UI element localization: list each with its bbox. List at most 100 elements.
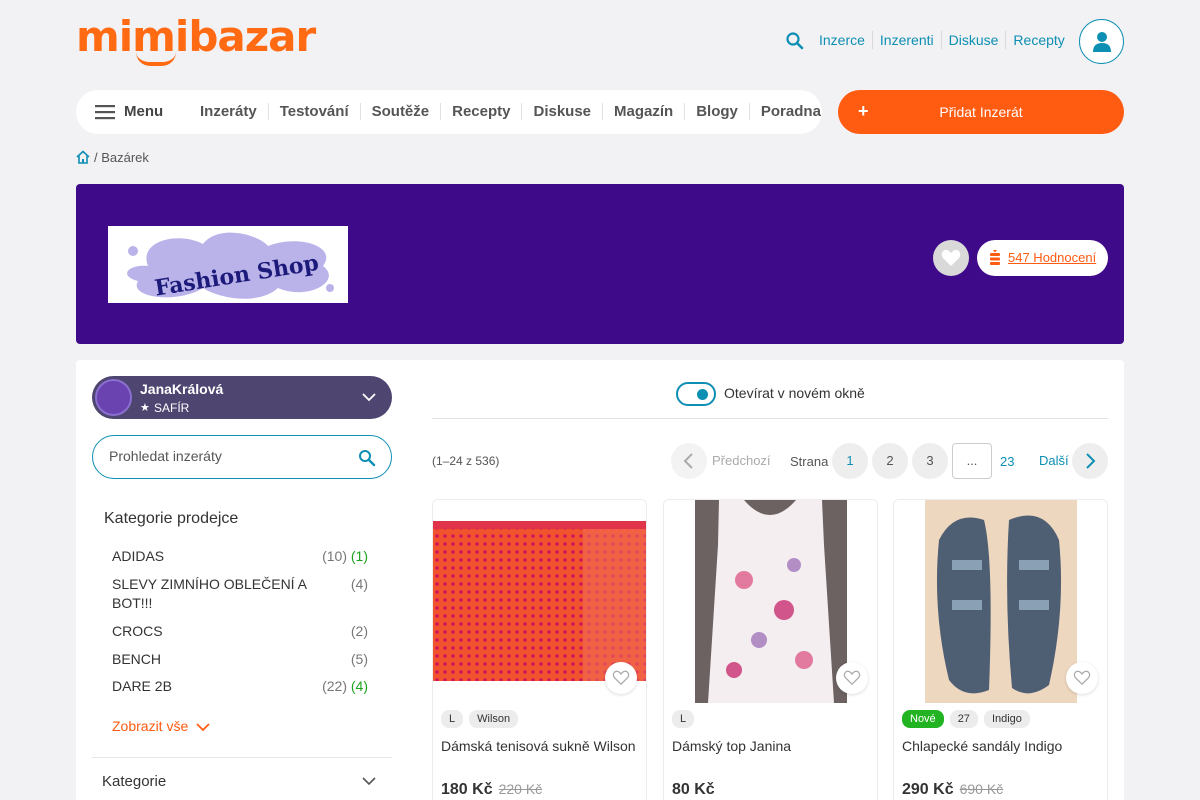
product-price: 290 Kč 690 Kč bbox=[902, 781, 1004, 798]
category-name: SLEVY ZIMNÍHO OBLEČENÍ A BOT!!! bbox=[112, 576, 307, 611]
listing-search bbox=[92, 435, 392, 479]
chevron-right-icon bbox=[1086, 453, 1096, 469]
chevron-down-icon bbox=[362, 393, 376, 402]
seller-categories-title: Kategorie prodejce bbox=[104, 510, 239, 527]
category-count: (10) (1) bbox=[322, 548, 368, 564]
brand-tag: Indigo bbox=[983, 710, 1030, 728]
category-item[interactable]: CROCS (2) bbox=[112, 622, 368, 641]
category-item[interactable]: BENCH (5) bbox=[112, 650, 368, 669]
product-card[interactable]: L Wilson Dámská tenisová sukně Wilson 18… bbox=[432, 499, 647, 800]
next-page-label[interactable]: Další bbox=[1039, 454, 1069, 468]
star-icon: ★ bbox=[140, 402, 150, 414]
seller-dropdown[interactable]: JanaKrálová ★ SAFÍR bbox=[92, 376, 392, 419]
nav-item-diskuse[interactable]: Diskuse bbox=[521, 103, 602, 120]
category-count: (5) bbox=[350, 651, 368, 667]
new-window-toggle-label: Otevírat v novém okně bbox=[724, 385, 865, 401]
category-name: DARE 2B bbox=[112, 678, 172, 694]
page-jump-input[interactable]: ... bbox=[952, 443, 992, 479]
shop-logo-image: Fashion Shop bbox=[108, 226, 348, 303]
toolbar-divider bbox=[432, 418, 1108, 419]
seller-name: JanaKrálová bbox=[140, 381, 224, 397]
nav-item-blogy[interactable]: Blogy bbox=[684, 103, 749, 120]
hamburger-menu-icon[interactable] bbox=[95, 104, 115, 120]
product-image[interactable] bbox=[894, 500, 1107, 703]
category-name: BENCH bbox=[112, 651, 162, 667]
product-tags: Nové 27 Indigo bbox=[902, 710, 1030, 728]
product-tags: L Wilson bbox=[441, 710, 519, 728]
mimibazar-logo[interactable]: mimibazar bbox=[76, 12, 316, 62]
link-diskuse[interactable]: Diskuse bbox=[940, 31, 1006, 49]
chevron-left-icon bbox=[683, 453, 693, 469]
product-card[interactable]: L Dámský top Janina 80 Kč bbox=[663, 499, 878, 800]
add-listing-button[interactable]: + Přidat Inzerát bbox=[838, 90, 1124, 134]
favorite-button[interactable] bbox=[836, 662, 868, 694]
rating-link[interactable]: 547 Hodnocení bbox=[1008, 251, 1096, 265]
link-inzerce[interactable]: Inzerce bbox=[812, 31, 872, 49]
listing-search-input[interactable] bbox=[109, 448, 349, 464]
sidebar-divider bbox=[92, 757, 392, 758]
nav-item-poradna[interactable]: Poradna bbox=[748, 103, 832, 120]
link-recepty[interactable]: Recepty bbox=[1005, 31, 1071, 49]
product-old-price: 220 Kč bbox=[498, 781, 543, 797]
chevron-down-icon[interactable] bbox=[362, 774, 376, 788]
chevron-down-icon[interactable] bbox=[196, 720, 210, 734]
nav-item-recepty[interactable]: Recepty bbox=[440, 103, 521, 120]
search-icon[interactable] bbox=[785, 31, 805, 51]
top-links: Inzerce Inzerenti Diskuse Recepty bbox=[812, 31, 1072, 49]
result-count: (1–24 z 536) bbox=[432, 454, 500, 468]
prev-page-label[interactable]: Předchozí bbox=[712, 454, 771, 468]
heart-outline-icon bbox=[1073, 670, 1091, 686]
user-icon bbox=[1092, 31, 1111, 52]
product-image[interactable] bbox=[664, 500, 877, 703]
new-window-toggle[interactable] bbox=[676, 382, 716, 406]
user-account-button[interactable] bbox=[1079, 19, 1124, 64]
nav-item-magazin[interactable]: Magazín bbox=[602, 103, 684, 120]
seller-avatar bbox=[95, 379, 132, 416]
logo-smile-shape bbox=[136, 52, 176, 66]
menu-label[interactable]: Menu bbox=[124, 104, 163, 120]
product-title[interactable]: Chlapecké sandály Indigo bbox=[902, 738, 1062, 754]
link-inzerenti[interactable]: Inzerenti bbox=[871, 31, 941, 49]
product-title[interactable]: Dámská tenisová sukně Wilson bbox=[441, 738, 636, 754]
size-tag: 27 bbox=[949, 710, 978, 728]
seller-level: SAFÍR bbox=[154, 401, 190, 415]
category-count: (4) bbox=[350, 576, 368, 592]
add-listing-label: Přidat Inzerát bbox=[939, 104, 1023, 120]
product-card[interactable]: Nové 27 Indigo Chlapecké sandály Indigo … bbox=[893, 499, 1108, 800]
rating-stack-icon bbox=[990, 250, 1000, 265]
favorite-button[interactable] bbox=[605, 662, 637, 694]
favorite-button[interactable] bbox=[1066, 662, 1098, 694]
nav-item-testovani[interactable]: Testování bbox=[267, 103, 360, 120]
category-item[interactable]: ADIDAS (10) (1) bbox=[112, 547, 368, 566]
next-page-button[interactable] bbox=[1072, 443, 1108, 479]
size-tag: L bbox=[441, 710, 464, 728]
prev-page-button[interactable] bbox=[671, 443, 707, 479]
breadcrumb-bazarek[interactable]: / Bazárek bbox=[94, 151, 149, 165]
size-tag: L bbox=[672, 710, 695, 728]
heart-outline-icon bbox=[612, 670, 630, 686]
product-price: 180 Kč 220 Kč bbox=[441, 781, 543, 798]
page-3-button[interactable]: 3 bbox=[912, 443, 948, 479]
search-icon[interactable] bbox=[358, 449, 376, 467]
category-new-count: (1) bbox=[350, 548, 368, 564]
last-page-link[interactable]: 23 bbox=[1000, 455, 1014, 469]
nav-item-inzeraty[interactable]: Inzeráty bbox=[189, 103, 268, 120]
product-image[interactable] bbox=[433, 500, 646, 703]
favorite-shop-button[interactable] bbox=[933, 240, 969, 276]
category-item[interactable]: SLEVY ZIMNÍHO OBLEČENÍ A BOT!!! (4) bbox=[112, 575, 368, 613]
page-2-button[interactable]: 2 bbox=[872, 443, 908, 479]
nav-item-souteze[interactable]: Soutěže bbox=[359, 103, 441, 120]
heart-outline-icon bbox=[843, 670, 861, 686]
product-tags: L bbox=[672, 710, 695, 728]
kategorie-filter-label[interactable]: Kategorie bbox=[102, 773, 166, 790]
category-count: (2) bbox=[350, 623, 368, 639]
category-item[interactable]: DARE 2B (22) (4) bbox=[112, 677, 368, 696]
category-count: (22) (4) bbox=[322, 678, 368, 694]
toggle-knob bbox=[697, 389, 708, 400]
rating-pill[interactable]: 547 Hodnocení bbox=[977, 240, 1108, 276]
page-1-button[interactable]: 1 bbox=[832, 443, 868, 479]
home-icon[interactable] bbox=[76, 150, 90, 164]
product-title[interactable]: Dámský top Janina bbox=[672, 738, 791, 754]
nav-items: Inzeráty Testování Soutěže Recepty Disku… bbox=[189, 103, 832, 120]
show-all-categories-link[interactable]: Zobrazit vše bbox=[112, 718, 188, 734]
